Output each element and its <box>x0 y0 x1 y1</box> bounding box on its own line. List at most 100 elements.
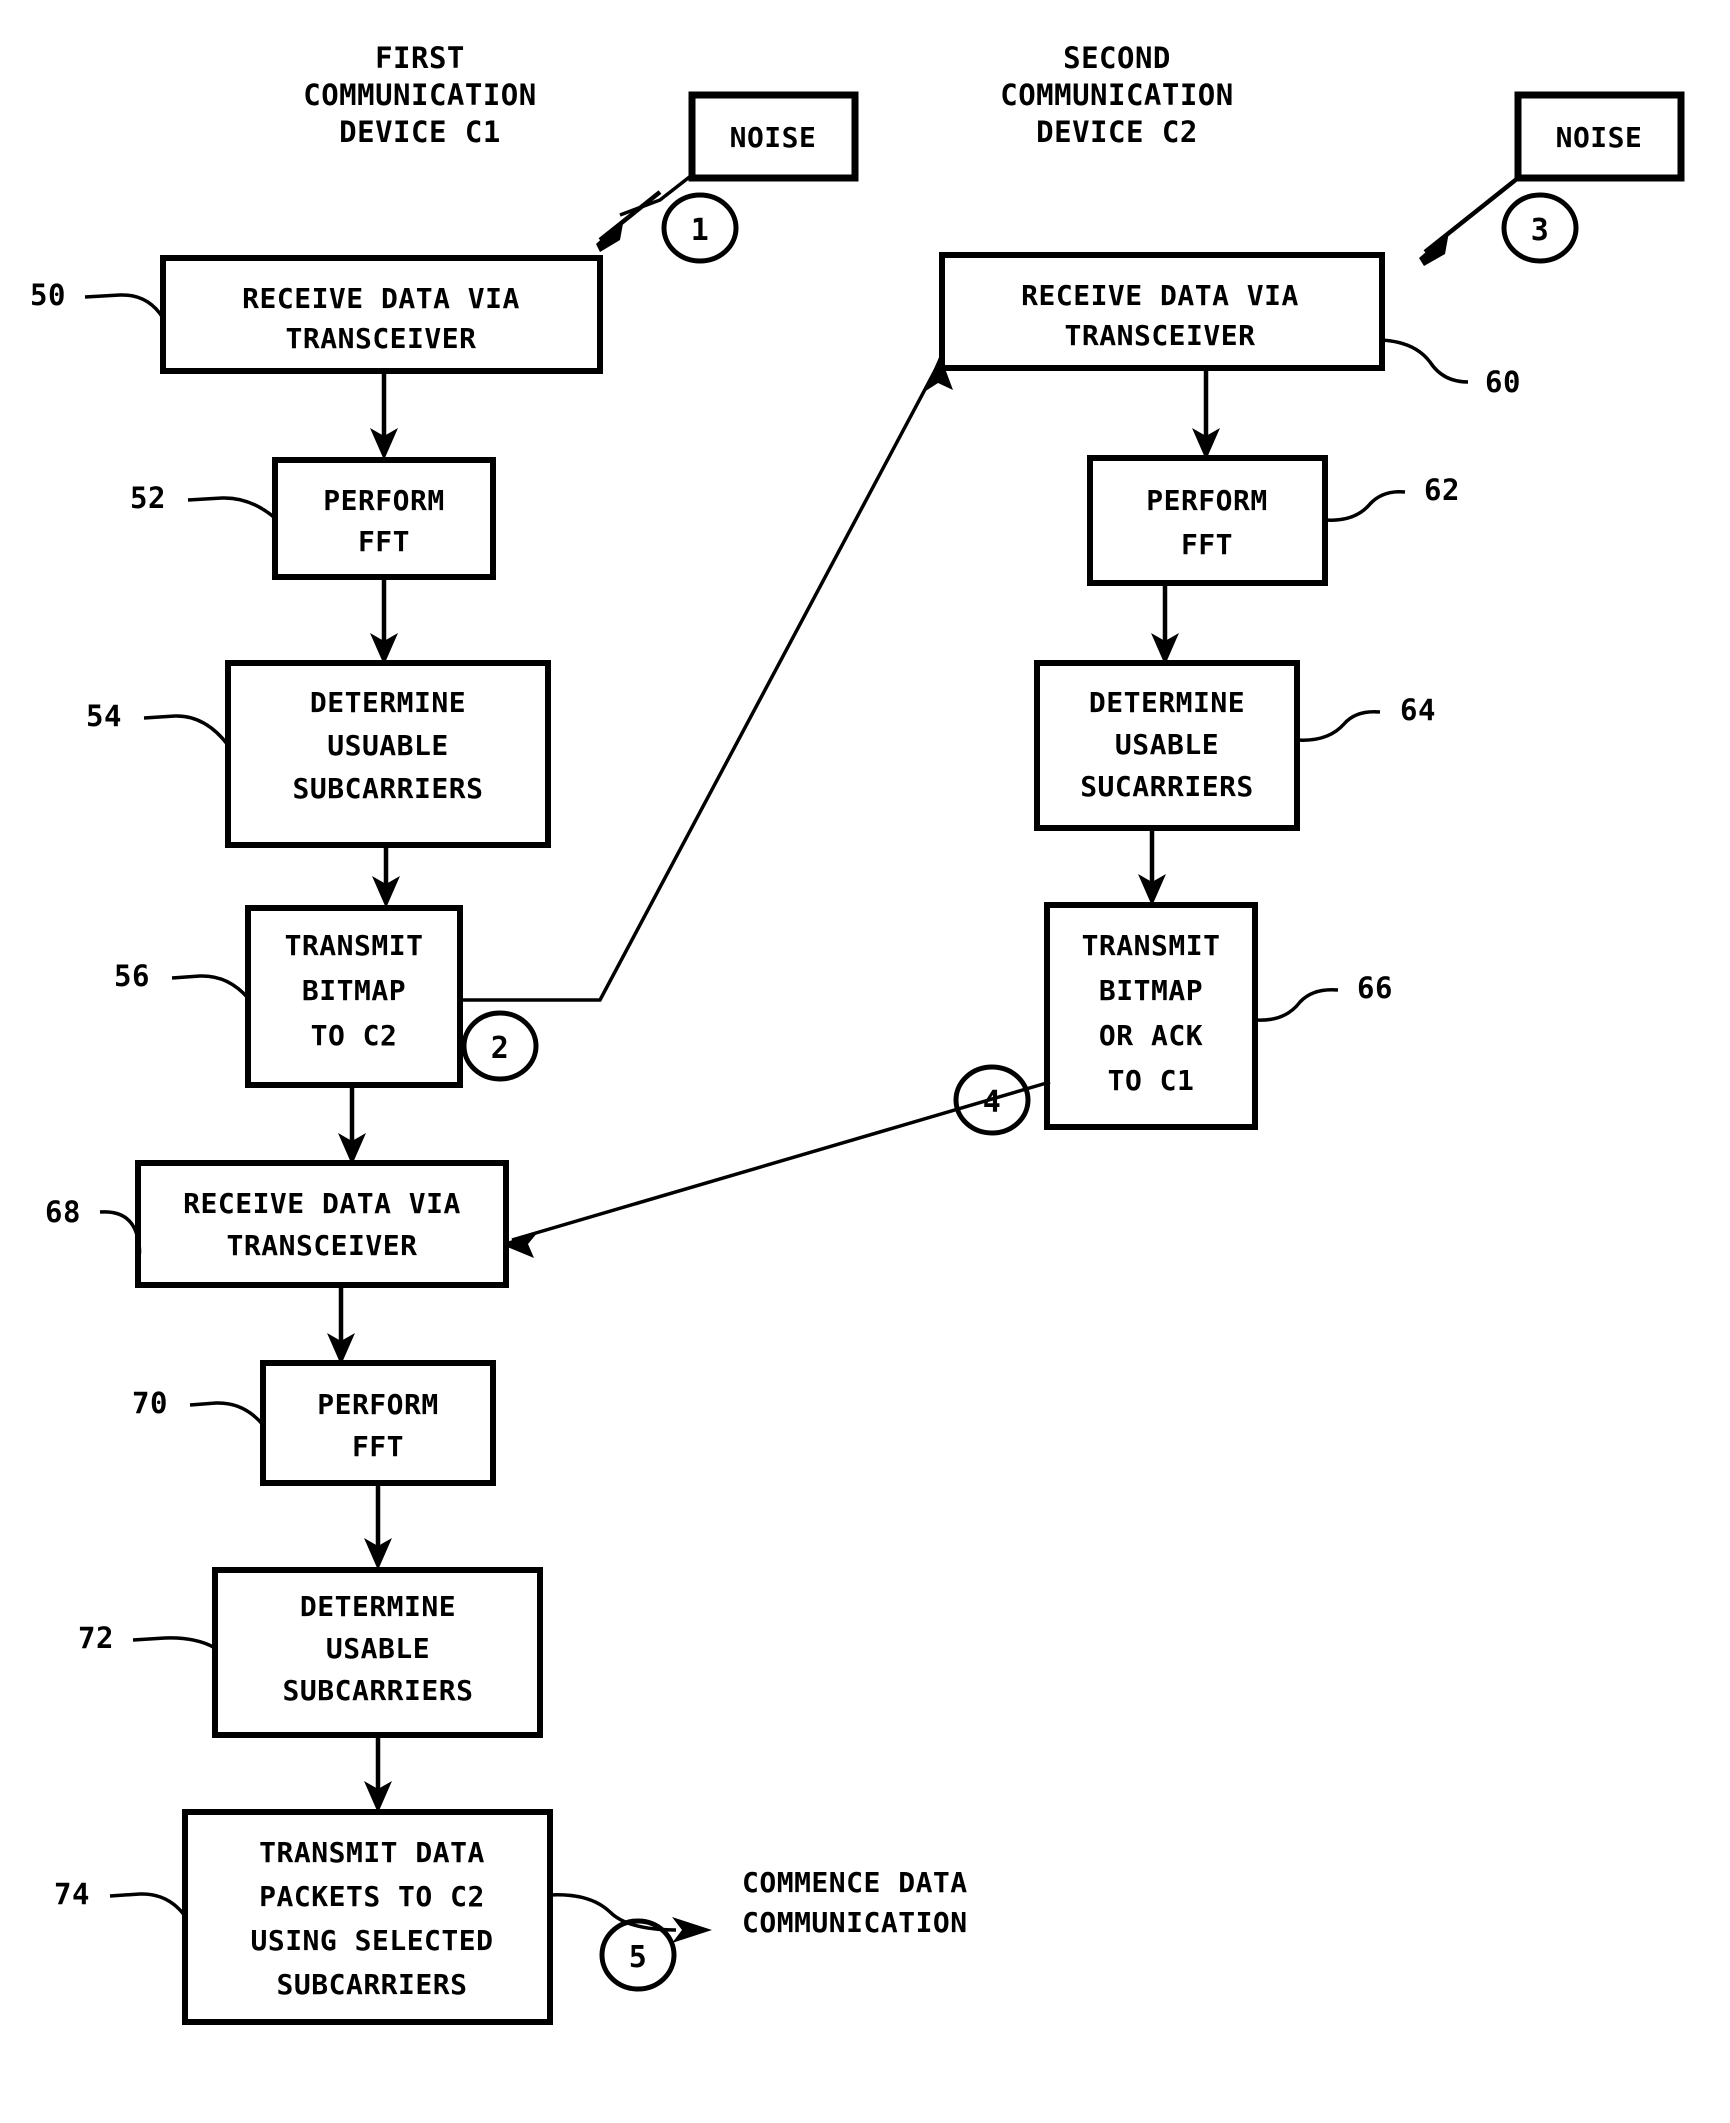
step-marker-1-label: 1 <box>691 213 710 248</box>
connector-56-to-68 <box>338 1085 366 1165</box>
box-56-line2: BITMAP <box>302 974 406 1007</box>
box-56-transmit-bitmap-to-c2: TRANSMIT BITMAP TO C2 56 <box>114 905 463 1088</box>
connector-64-to-66 <box>1138 828 1166 906</box>
figure-canvas: FIRST COMMUNICATION DEVICE C1 SECOND COM… <box>0 0 1730 2123</box>
box-72-line2: USABLE <box>326 1632 430 1665</box>
step-marker-3: 3 <box>1501 192 1579 264</box>
box-56-line3: TO C2 <box>311 1019 398 1052</box>
box-66-line2: BITMAP <box>1099 974 1203 1007</box>
box-60-ref: 60 <box>1485 365 1521 399</box>
header-left-line1: FIRST <box>375 41 465 75</box>
header-right-line2: COMMUNICATION <box>1000 78 1233 112</box>
box-54-leader <box>143 714 230 747</box>
box-74-line1: TRANSMIT DATA <box>259 1836 485 1869</box>
box-68-rect <box>135 1160 509 1288</box>
box-50-leader <box>84 293 165 319</box>
header-right-line3: DEVICE C2 <box>1036 115 1198 149</box>
header-first-communication-device: FIRST COMMUNICATION DEVICE C1 <box>303 41 536 149</box>
step-marker-5-label: 5 <box>629 1940 648 1975</box>
box-50-line2: TRANSCEIVER <box>286 322 477 355</box>
box-62-perform-fft: PERFORM FFT 62 <box>1087 455 1460 586</box>
box-52-leader <box>187 496 277 520</box>
box-74-ref: 74 <box>54 1877 90 1911</box>
terminal-line2: COMMUNICATION <box>742 1906 968 1939</box>
box-74-leader <box>109 1892 187 1918</box>
box-72-determine-usable-subcarriers: DETERMINE USABLE SUBCARRIERS 72 <box>78 1567 543 1738</box>
box-66-line4: TO C1 <box>1108 1064 1195 1097</box>
box-62-rect <box>1087 455 1328 586</box>
noise-left-arrow-head <box>596 218 624 252</box>
box-52-line1: PERFORM <box>323 484 445 517</box>
box-52-perform-fft: PERFORM FFT 52 <box>130 457 496 580</box>
connector-70-to-72 <box>364 1483 392 1570</box>
box-72-leader <box>132 1636 216 1650</box>
connector-74-commence-head <box>672 1917 712 1943</box>
header-left-line2: COMMUNICATION <box>303 78 536 112</box>
box-70-leader <box>189 1401 265 1427</box>
step-marker-2: 2 <box>461 1010 539 1082</box>
box-70-line1: PERFORM <box>317 1388 439 1421</box>
connector-66-68-shaft <box>511 1080 1051 1242</box>
box-68-line1: RECEIVE DATA VIA <box>183 1187 461 1220</box>
box-70-rect <box>260 1360 496 1486</box>
header-right-line1: SECOND <box>1063 41 1171 75</box>
box-52-line2: FFT <box>358 525 410 558</box>
box-64-line1: DETERMINE <box>1089 686 1245 719</box>
connector-54-to-56 <box>372 845 400 908</box>
box-72-line3: SUBCARRIERS <box>283 1674 474 1707</box>
box-54-line2: USUABLE <box>327 729 449 762</box>
box-62-ref: 62 <box>1424 473 1460 507</box>
connector-62-to-64 <box>1151 583 1179 665</box>
step-marker-3-label: 3 <box>1531 213 1550 248</box>
box-74-transmit-data-packets: TRANSMIT DATA PACKETS TO C2 USING SELECT… <box>54 1809 553 2025</box>
box-56-leader <box>171 974 250 1000</box>
box-54-line3: SUBCARRIERS <box>293 772 484 805</box>
connector-52-to-54 <box>370 577 398 665</box>
connector-50-to-52 <box>370 371 398 460</box>
box-60-leader <box>1381 338 1469 384</box>
box-66-transmit-bitmap-or-ack-to-c1: TRANSMIT BITMAP OR ACK TO C1 66 <box>1044 902 1392 1130</box>
header-left-line3: DEVICE C1 <box>339 115 501 149</box>
box-74-line3: USING SELECTED <box>250 1924 493 1957</box>
box-52-ref: 52 <box>130 481 166 515</box>
connector-60-to-62 <box>1192 368 1220 460</box>
box-60-receive-data-via-transceiver: RECEIVE DATA VIA TRANSCEIVER 60 <box>939 252 1521 399</box>
box-64-leader <box>1296 710 1381 742</box>
box-72-line1: DETERMINE <box>300 1590 456 1623</box>
box-64-ref: 64 <box>1400 693 1436 727</box>
step-marker-1: 1 <box>661 192 739 264</box>
box-64-determine-usable-sucarriers: DETERMINE USABLE SUCARRIERS 64 <box>1034 660 1436 831</box>
box-54-line1: DETERMINE <box>310 686 466 719</box>
noise-box-right-label: NOISE <box>1556 121 1643 154</box>
box-54-determine-usuable-subcarriers: DETERMINE USUABLE SUBCARRIERS 54 <box>86 660 551 848</box>
box-74-line2: PACKETS TO C2 <box>259 1880 485 1913</box>
connector-68-to-70 <box>327 1285 355 1365</box>
box-50-receive-data-via-transceiver: RECEIVE DATA VIA TRANSCEIVER 50 <box>30 255 603 374</box>
box-56-line1: TRANSMIT <box>285 929 424 962</box>
box-60-line1: RECEIVE DATA VIA <box>1021 279 1299 312</box>
box-68-ref: 68 <box>45 1195 81 1229</box>
box-68-line2: TRANSCEIVER <box>227 1229 418 1262</box>
box-50-line1: RECEIVE DATA VIA <box>242 282 520 315</box>
header-second-communication-device: SECOND COMMUNICATION DEVICE C2 <box>1000 41 1233 149</box>
box-64-line3: SUCARRIERS <box>1080 770 1254 803</box>
box-66-line3: OR ACK <box>1099 1019 1203 1052</box>
box-72-ref: 72 <box>78 1621 114 1655</box>
box-66-line1: TRANSMIT <box>1082 929 1221 962</box>
box-62-line1: PERFORM <box>1146 484 1268 517</box>
box-68-receive-data-via-transceiver: RECEIVE DATA VIA TRANSCEIVER 68 <box>45 1160 509 1288</box>
box-62-line2: FFT <box>1181 528 1233 561</box>
box-74-line4: SUBCARRIERS <box>277 1968 468 2001</box>
terminal-commence-data-communication: COMMENCE DATA COMMUNICATION <box>742 1866 968 1939</box>
box-70-perform-fft: PERFORM FFT 70 <box>132 1360 496 1486</box>
box-68-leader <box>99 1210 142 1259</box>
box-70-line2: FFT <box>352 1430 404 1463</box>
box-56-ref: 56 <box>114 959 150 993</box>
box-64-line2: USABLE <box>1115 728 1219 761</box>
noise-box-left-label: NOISE <box>730 121 817 154</box>
connector-72-to-74 <box>364 1735 392 1813</box>
box-66-leader <box>1254 988 1339 1022</box>
flowchart-diagram: FIRST COMMUNICATION DEVICE C1 SECOND COM… <box>30 41 1685 2025</box>
box-50-ref: 50 <box>30 278 66 312</box>
box-54-ref: 54 <box>86 699 122 733</box>
